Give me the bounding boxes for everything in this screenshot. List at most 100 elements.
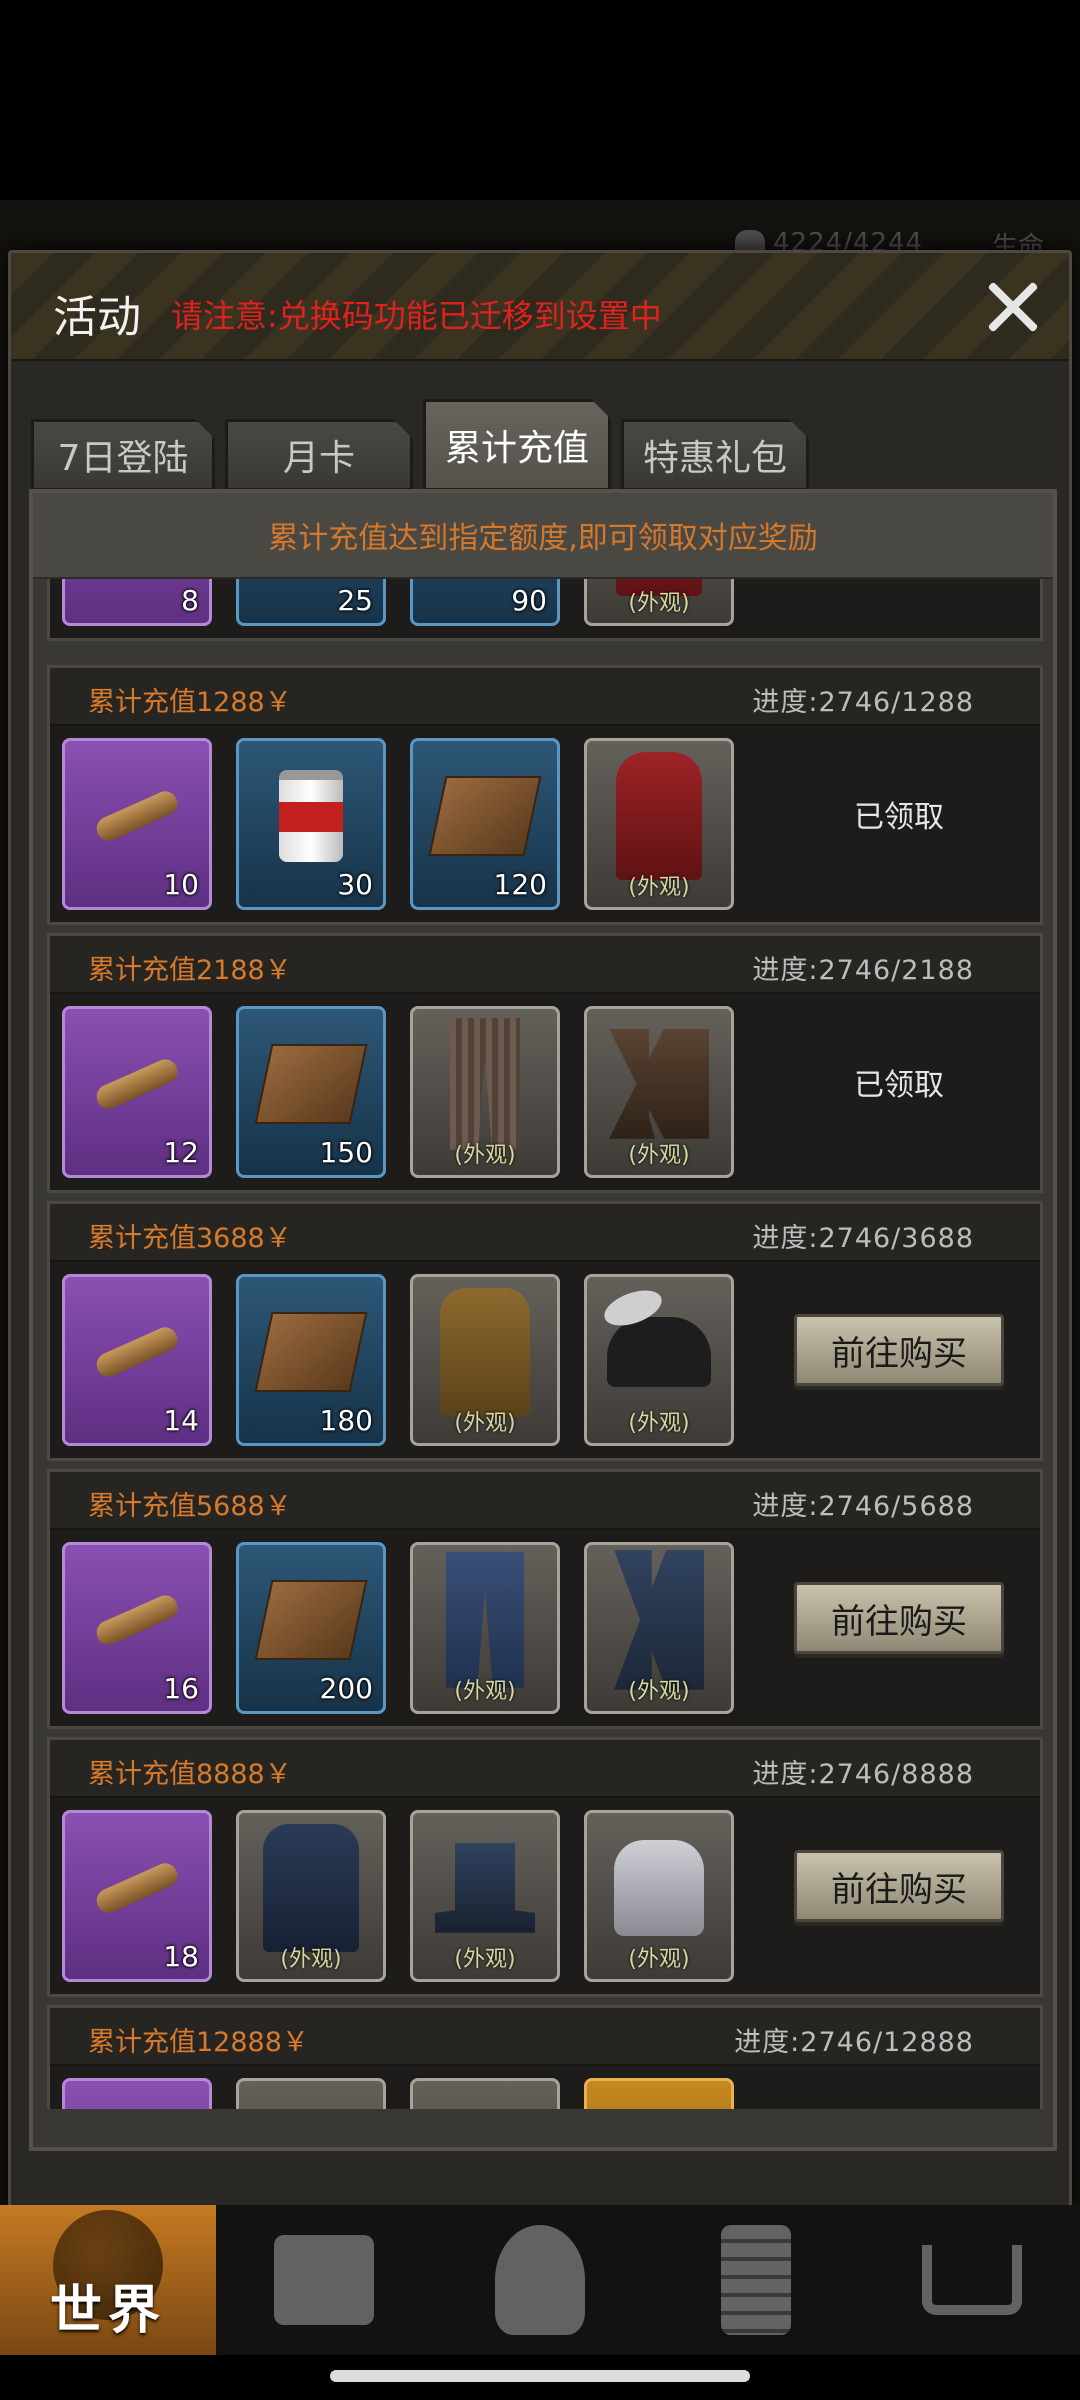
reward-items: 18 (外观) (外观) (外观) <box>62 1810 734 1982</box>
reward-threshold: 累计充值1288￥ <box>88 687 292 718</box>
reward-item[interactable]: 8 <box>62 579 212 626</box>
home-indicator[interactable] <box>330 2370 750 2382</box>
crop-top-icon <box>614 1839 704 1936</box>
cigar-icon <box>92 1323 182 1381</box>
reward-item[interactable]: 180 <box>236 1274 386 1446</box>
reward-row-header: 累计充值3688￥ 进度:2746/3688 <box>50 1204 1040 1262</box>
modal-title: 活动 <box>53 292 141 343</box>
nav-character[interactable] <box>432 2205 648 2355</box>
reward-item[interactable]: (外观) <box>410 1274 560 1446</box>
reward-item[interactable]: 25 <box>236 579 386 626</box>
reward-item[interactable]: (外观) <box>584 1542 734 1714</box>
reward-progress: 进度:2746/2188 <box>752 955 974 986</box>
reward-item[interactable] <box>584 2078 734 2109</box>
nav-shop[interactable] <box>864 2205 1080 2355</box>
boots-icon <box>609 1028 709 1139</box>
go-buy-button[interactable]: 前往购买 <box>794 1314 1004 1386</box>
reward-item[interactable] <box>236 2078 386 2109</box>
tab-bar: 7日登陆 月卡 累计充值 特惠礼包 <box>31 399 809 491</box>
go-buy-button[interactable]: 前往购买 <box>794 1582 1004 1654</box>
reward-progress: 进度:2746/5688 <box>752 1491 974 1522</box>
reward-items: 10 30 120 (外观) <box>62 738 734 910</box>
reward-item[interactable]: 120 <box>410 738 560 910</box>
item-count: 18 <box>163 1940 199 1973</box>
item-count: 30 <box>337 868 373 901</box>
reward-item[interactable]: 18 <box>62 1810 212 1982</box>
red-coat-icon <box>616 751 702 880</box>
striped-pants-icon <box>450 1017 520 1150</box>
backpack-icon <box>274 2235 374 2325</box>
reward-item[interactable]: (外观) <box>410 1006 560 1178</box>
reward-item[interactable]: 90 <box>410 579 560 626</box>
appearance-tag: (外观) <box>628 1411 690 1436</box>
feather-hat-icon <box>607 1316 711 1387</box>
wood-box-icon <box>254 1311 368 1392</box>
reward-item[interactable]: 16 <box>62 1542 212 1714</box>
nav-world-label: 世界 <box>49 2281 166 2341</box>
appearance-tag: (外观) <box>454 1143 516 1168</box>
cigar-icon <box>92 787 182 845</box>
reward-threshold: 累计充值5688￥ <box>88 1491 292 1522</box>
reward-items <box>62 2078 734 2109</box>
go-buy-button[interactable]: 前往购买 <box>794 1850 1004 1922</box>
reward-item[interactable]: 30 <box>236 738 386 910</box>
item-count: 8 <box>181 584 199 617</box>
reward-panel: 累计充值达到指定额度,即可领取对应奖励 8 25 90 (外观) 累计充值1288￥ 进度… <box>29 489 1057 2151</box>
reward-item[interactable] <box>410 2078 560 2109</box>
reward-row-header: 累计充值2188￥ 进度:2746/2188 <box>50 936 1040 994</box>
reward-row-header: 累计充值1288￥ 进度:2746/1288 <box>50 668 1040 726</box>
reward-row: 累计充值12888￥ 进度:2746/12888 <box>47 2005 1043 2109</box>
item-count: 120 <box>493 868 547 901</box>
reward-item[interactable]: (外观) <box>584 738 734 910</box>
reward-row: 累计充值1288￥ 进度:2746/1288 10 30 120 (外观) 已领取 <box>47 665 1043 925</box>
appearance-tag: (外观) <box>628 591 690 616</box>
reward-item[interactable]: 14 <box>62 1274 212 1446</box>
reward-row: 累计充值2188￥ 进度:2746/2188 12 150 (外观) (外观) 已领取 <box>47 933 1043 1193</box>
brown-jacket-icon <box>440 1287 530 1416</box>
reward-row: 累计充值3688￥ 进度:2746/3688 14 180 (外观) (外观) 前往购买 <box>47 1201 1043 1461</box>
close-icon[interactable] <box>981 275 1045 339</box>
item-count: 150 <box>319 1136 373 1169</box>
reward-item[interactable]: 10 <box>62 738 212 910</box>
reward-item[interactable]: 12 <box>62 1006 212 1178</box>
cigar-icon <box>92 1859 182 1917</box>
reward-item[interactable]: (外观) <box>410 1810 560 1982</box>
item-count: 14 <box>163 1404 199 1437</box>
reward-row-header: 累计充值8888￥ 进度:2746/8888 <box>50 1740 1040 1798</box>
head-icon <box>495 2225 585 2335</box>
reward-item[interactable]: (外观) <box>584 579 734 626</box>
modal-header: 活动 请注意:兑换码功能已迁移到设置中 <box>11 253 1069 361</box>
reward-item[interactable]: (外观) <box>584 1006 734 1178</box>
reward-threshold: 累计充值8888￥ <box>88 1759 292 1790</box>
reward-items: 12 150 (外观) (外观) <box>62 1006 734 1178</box>
appearance-tag: (外观) <box>454 1947 516 1972</box>
reward-item[interactable]: 150 <box>236 1006 386 1178</box>
tab-special-packs[interactable]: 特惠礼包 <box>621 419 809 491</box>
activity-modal: 活动 请注意:兑换码功能已迁移到设置中 7日登陆 月卡 累计充值 特惠礼包 累计… <box>8 250 1072 2210</box>
tab-cumulative-recharge[interactable]: 累计充值 <box>423 399 611 491</box>
reward-item[interactable]: (外观) <box>410 1542 560 1714</box>
tab-monthly-card[interactable]: 月卡 <box>225 419 413 491</box>
nav-phone[interactable] <box>648 2205 864 2355</box>
reward-item[interactable]: 200 <box>236 1542 386 1714</box>
reward-item[interactable] <box>62 2078 212 2109</box>
reward-progress: 进度:2746/8888 <box>752 1759 974 1790</box>
reward-items: 8 25 90 (外观) <box>62 579 734 626</box>
reward-item[interactable]: (外观) <box>584 1274 734 1446</box>
meat-can-icon <box>279 769 343 862</box>
reward-row-header: 累计充值12888￥ 进度:2746/12888 <box>50 2008 1040 2066</box>
tab-7day-login[interactable]: 7日登陆 <box>31 419 215 491</box>
reward-item[interactable]: (外观) <box>236 1810 386 1982</box>
reward-list[interactable]: 8 25 90 (外观) 累计充值1288￥ 进度:2746/1288 10 30 120 (外观… <box>47 579 1043 2109</box>
reward-row: 累计充值5688￥ 进度:2746/5688 16 200 (外观) (外观) 前往购买 <box>47 1469 1043 1729</box>
reward-row: 累计充值8888￥ 进度:2746/8888 18 (外观) (外观) (外观) 前往购买 <box>47 1737 1043 1997</box>
reward-item[interactable]: (外观) <box>584 1810 734 1982</box>
tall-boots-icon <box>614 1549 704 1690</box>
nav-world[interactable]: 世界 <box>0 2205 216 2355</box>
appearance-tag: (外观) <box>628 1143 690 1168</box>
appearance-tag: (外观) <box>454 1679 516 1704</box>
wood-box-icon <box>428 775 542 856</box>
top-hat-icon <box>435 1842 535 1933</box>
appearance-tag: (外观) <box>628 875 690 900</box>
nav-backpack[interactable] <box>216 2205 432 2355</box>
